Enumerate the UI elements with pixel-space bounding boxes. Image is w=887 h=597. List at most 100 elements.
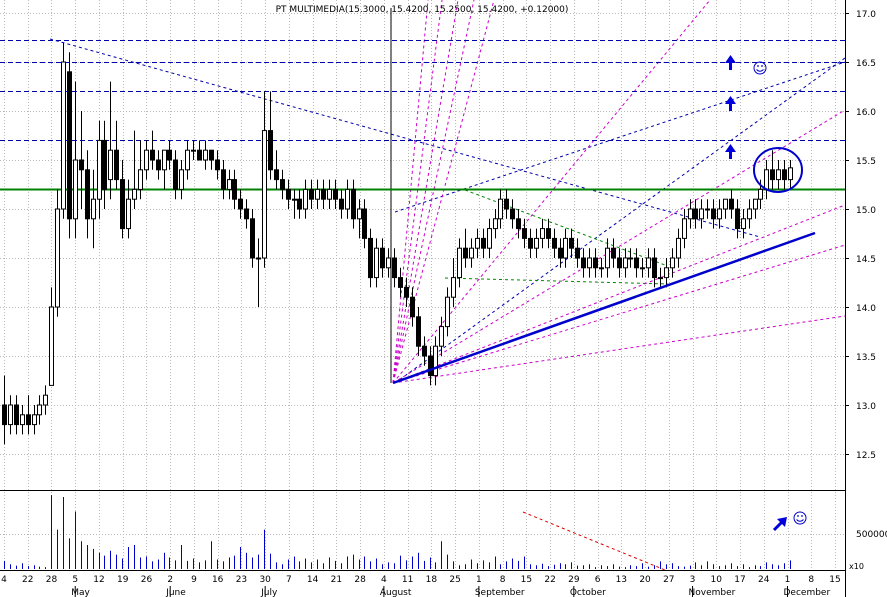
candle-body: [563, 237, 568, 259]
candle: [238, 189, 243, 219]
x-tick-label: 14: [307, 575, 319, 585]
candle: [623, 248, 628, 278]
candle: [274, 150, 279, 190]
candle: [392, 248, 397, 288]
candle: [782, 160, 787, 190]
candle-body: [433, 345, 438, 377]
candle: [73, 81, 78, 239]
candle-body: [280, 179, 285, 190]
x-tick-label: 22: [544, 575, 555, 585]
candle-body: [286, 188, 291, 200]
candle: [510, 199, 515, 229]
candle-body: [392, 257, 397, 279]
candle-body: [61, 61, 66, 210]
x-tick-label: 18: [426, 575, 438, 585]
candle: [368, 228, 373, 288]
candle-body: [43, 394, 48, 406]
candle: [292, 189, 297, 219]
candle-body: [652, 257, 657, 279]
candle-body: [351, 188, 356, 220]
x-tick-label: 13: [616, 575, 627, 585]
arrow-up-icon: [725, 55, 736, 70]
candle: [102, 120, 107, 209]
candle-body: [26, 414, 31, 426]
candle-body: [167, 149, 172, 161]
candle: [451, 258, 456, 307]
candle-body: [197, 149, 202, 161]
x-tick-label: 28: [46, 575, 58, 585]
diagonal-arrow-icon: [772, 517, 787, 532]
candle-body: [528, 237, 533, 249]
candle: [558, 238, 563, 268]
y-tick-label: 12.5: [856, 451, 876, 461]
candle-body: [599, 267, 604, 270]
x-tick-label: 21: [331, 575, 342, 585]
candle-body: [67, 71, 72, 220]
candle: [150, 130, 155, 170]
candle: [764, 160, 769, 200]
candle: [493, 209, 498, 239]
candle-body: [244, 208, 249, 220]
candle-body: [764, 169, 769, 190]
arrow-up-icon: [725, 96, 736, 111]
candle-body: [221, 169, 226, 190]
x-tick-label: 17: [734, 575, 745, 585]
candle: [173, 150, 178, 200]
candle-body: [144, 149, 149, 171]
candle-body: [410, 296, 415, 318]
x-tick-label: 29: [568, 575, 580, 585]
candle: [339, 189, 344, 219]
candle: [309, 179, 314, 209]
candle-body: [191, 149, 196, 152]
month-label: November: [689, 588, 736, 597]
candle: [747, 199, 752, 229]
vertical-gridlines: [4, 0, 836, 570]
y-tick-label: 17.0: [856, 10, 876, 20]
candle-body: [522, 228, 527, 239]
candle-body: [97, 139, 102, 200]
candle: [599, 258, 604, 278]
candle: [776, 160, 781, 190]
candle: [652, 248, 657, 288]
candle: [191, 140, 196, 160]
month-label: August: [380, 588, 412, 597]
x-tick-label: 28: [354, 575, 366, 585]
candle: [540, 218, 545, 249]
candle: [55, 189, 60, 317]
candle: [280, 169, 285, 200]
candle: [741, 209, 746, 239]
candle: [14, 395, 19, 435]
candle-body: [368, 237, 373, 279]
candle-body: [2, 404, 7, 426]
arrow-up-icon: [725, 144, 736, 159]
candlestick-series: [2, 42, 793, 445]
candle: [788, 160, 793, 190]
candle-body: [49, 306, 54, 386]
candle-body: [232, 179, 237, 200]
candle-body: [747, 208, 752, 220]
y-tick-label: 14.0: [856, 304, 876, 314]
candle: [357, 199, 362, 239]
candle-body: [558, 247, 563, 259]
candle-body: [108, 149, 113, 181]
candle: [85, 150, 90, 239]
candle-body: [126, 198, 131, 230]
candle: [37, 395, 42, 425]
candle: [422, 336, 427, 366]
candle: [664, 258, 669, 288]
candle: [20, 405, 25, 435]
candle: [753, 198, 758, 219]
candle-body: [339, 198, 344, 210]
candle: [2, 375, 7, 445]
candle-body: [55, 208, 60, 308]
candle-body: [114, 149, 119, 181]
candle: [398, 267, 403, 298]
candle-body: [362, 208, 367, 239]
candle: [303, 179, 308, 219]
candle-body: [445, 296, 450, 328]
x-tick-label: 15: [829, 575, 840, 585]
x-tick-label: 22: [22, 575, 33, 585]
candle-body: [321, 188, 326, 200]
candle-body: [753, 198, 758, 210]
x-tick-label: 1: [476, 575, 482, 585]
